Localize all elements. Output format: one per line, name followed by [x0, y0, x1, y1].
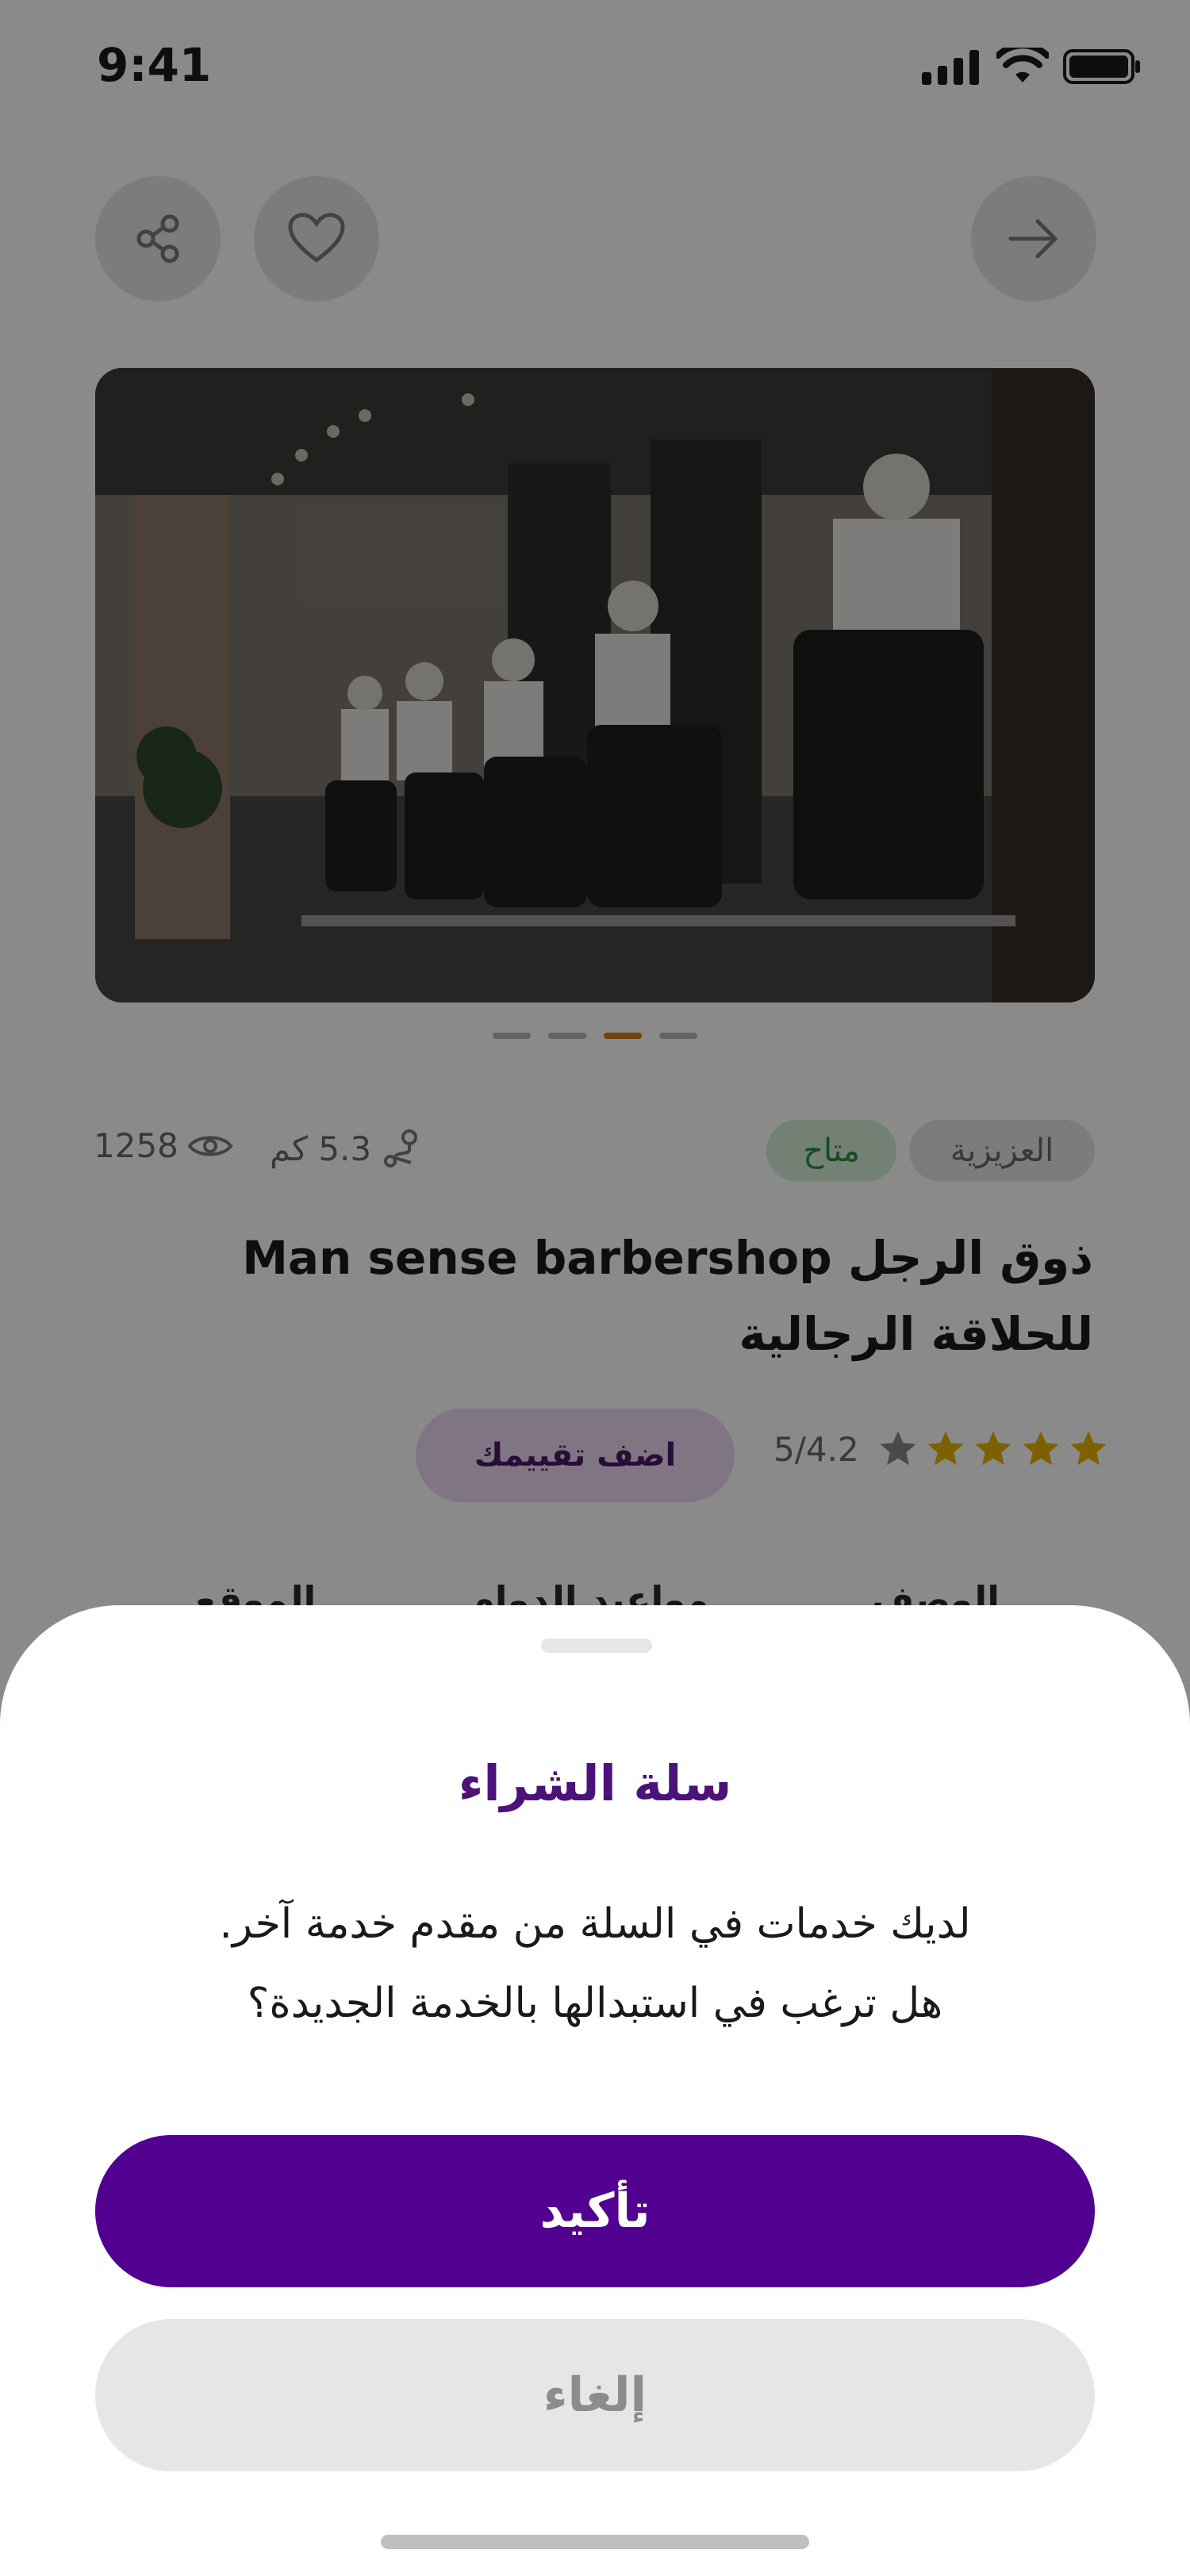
sheet-title: سلة الشراء	[458, 1754, 732, 1812]
confirm-button[interactable]: تأكيد	[95, 2135, 1095, 2287]
sheet-message-line2: هل ترغب في استبدالها بالخدمة الجديدة؟	[247, 1980, 943, 2027]
sheet-message-line1: لديك خدمات في السلة من مقدم خدمة آخر.	[219, 1900, 971, 1948]
sheet-grabber[interactable]	[541, 1639, 652, 1653]
home-indicator[interactable]	[381, 2535, 809, 2549]
cancel-button[interactable]: إلغاء	[95, 2319, 1095, 2471]
sheet-message: لديك خدمات في السلة من مقدم خدمة آخر. هل…	[95, 1884, 1095, 2043]
